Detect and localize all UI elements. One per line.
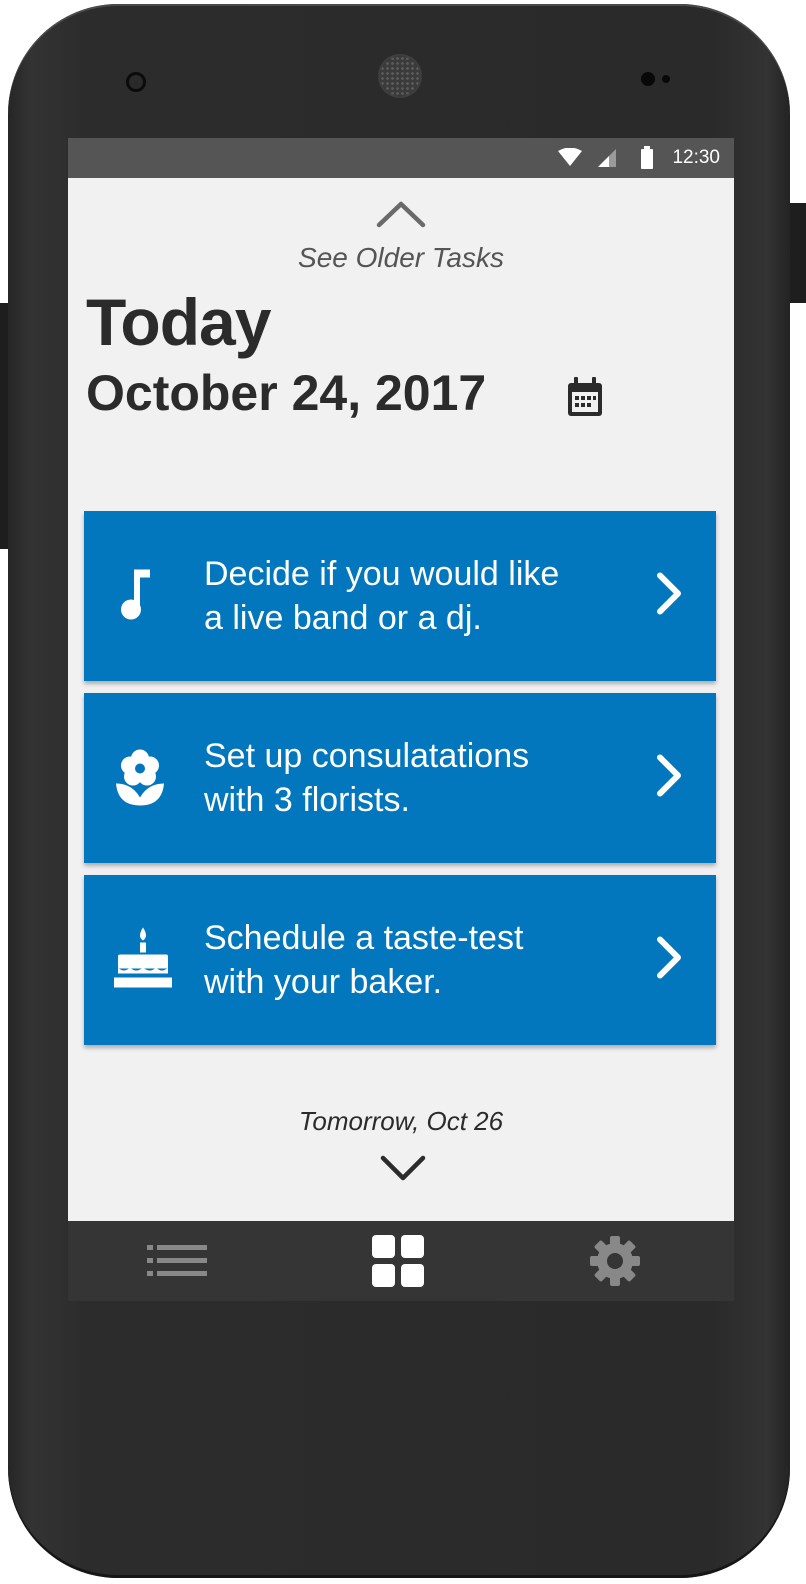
light-sensor — [662, 75, 670, 83]
nav-grid-tab[interactable] — [338, 1221, 458, 1301]
task-card-baker[interactable]: Schedule a taste-test with your baker. — [84, 875, 716, 1045]
cellular-signal-icon — [596, 148, 618, 173]
grid-icon — [372, 1235, 424, 1287]
power-button — [788, 203, 806, 303]
nav-list-tab[interactable] — [117, 1221, 237, 1301]
bottom-navigation — [68, 1221, 734, 1301]
task-text-line: with your baker. — [204, 963, 443, 1001]
calendar-icon[interactable] — [566, 376, 604, 423]
see-older-tasks-link[interactable]: See Older Tasks — [68, 242, 734, 274]
music-note-icon — [112, 564, 162, 629]
task-text-line: with 3 florists. — [204, 781, 410, 819]
chevron-down-icon[interactable] — [380, 1154, 426, 1187]
task-text: Decide if you would like a live band or … — [204, 552, 624, 640]
status-bar: 12:30 — [68, 138, 734, 178]
list-icon — [147, 1245, 207, 1276]
wifi-icon — [558, 147, 582, 173]
chevron-right-icon — [654, 934, 686, 987]
task-text-line: Decide if you would like — [204, 555, 560, 593]
flower-icon — [112, 746, 168, 811]
next-day-link[interactable]: Tomorrow, Oct 26 — [68, 1106, 734, 1137]
chevron-right-icon — [654, 570, 686, 623]
date-title: October 24, 2017 — [86, 365, 487, 421]
chevron-up-icon[interactable] — [376, 200, 426, 233]
task-text: Set up consulatations with 3 florists. — [204, 734, 624, 822]
day-title: Today — [86, 285, 271, 359]
status-time: 12:30 — [672, 147, 720, 168]
gear-icon — [590, 1236, 640, 1286]
front-camera — [126, 72, 146, 92]
task-text: Schedule a taste-test with your baker. — [204, 916, 624, 1004]
earpiece-speaker — [380, 56, 420, 96]
battery-icon — [640, 146, 654, 175]
app-screen: 12:30 See Older Tasks Today October 24, … — [68, 138, 734, 1301]
proximity-sensor — [641, 72, 655, 86]
chevron-right-icon — [654, 752, 686, 805]
task-text-line: Schedule a taste-test — [204, 919, 524, 957]
task-card-band[interactable]: Decide if you would like a live band or … — [84, 511, 716, 681]
nav-settings-tab[interactable] — [555, 1221, 675, 1301]
cake-icon — [112, 926, 174, 995]
task-text-line: Set up consulatations — [204, 737, 530, 775]
task-text-line: a live band or a dj. — [204, 599, 482, 637]
task-card-florists[interactable]: Set up consulatations with 3 florists. — [84, 693, 716, 863]
